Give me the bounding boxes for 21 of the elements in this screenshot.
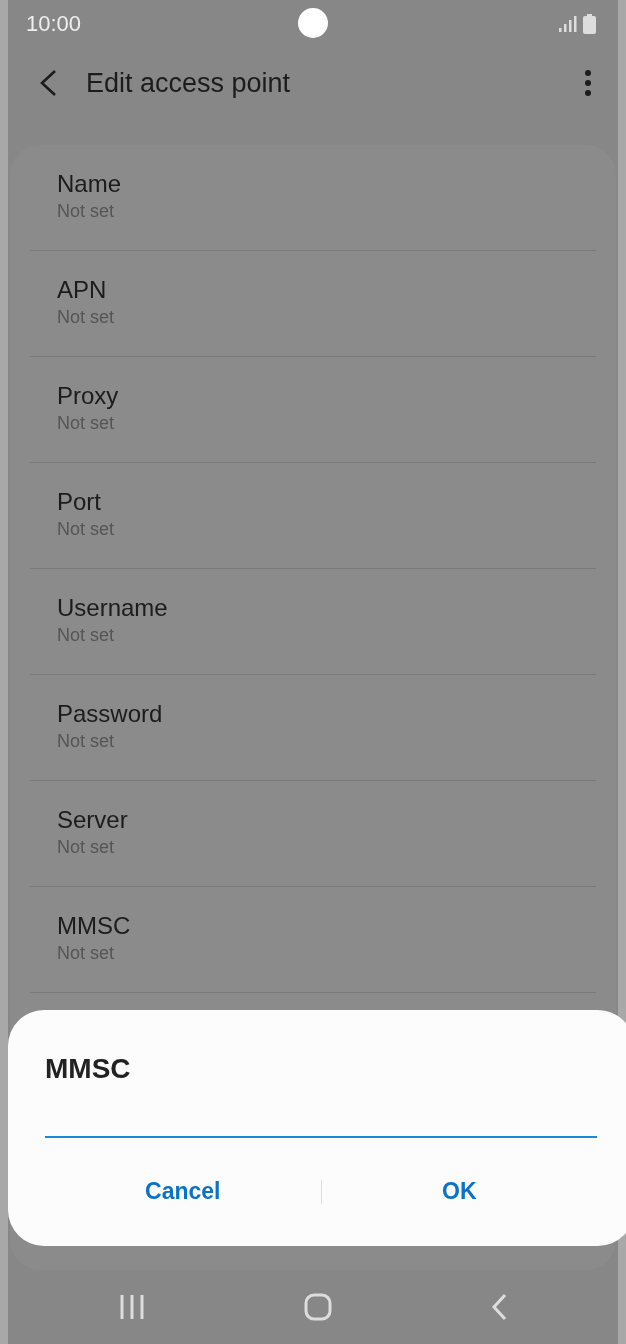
home-icon[interactable] [304, 1293, 332, 1321]
signal-icon [559, 16, 577, 32]
cancel-button[interactable]: Cancel [45, 1170, 321, 1213]
battery-icon [583, 14, 596, 34]
camera-hole [298, 8, 328, 38]
setting-label[interactable]: Server [57, 805, 569, 835]
setting-label[interactable]: MMSC [57, 911, 569, 941]
screen-title: Edit access point [86, 67, 291, 99]
setting-label[interactable]: Password [57, 699, 569, 729]
recent-apps-icon[interactable] [119, 1294, 146, 1320]
setting-label[interactable]: Name [57, 169, 569, 199]
setting-label[interactable]: APN [57, 275, 569, 305]
back-icon[interactable] [38, 69, 58, 97]
status-time: 10:00 [26, 11, 82, 37]
dialog-title: MMSC [45, 1052, 132, 1086]
setting-label[interactable]: Username [57, 593, 569, 623]
back-icon[interactable] [490, 1293, 507, 1321]
more-options-icon[interactable] [584, 69, 592, 97]
setting-label[interactable]: Port [57, 487, 569, 517]
setting-label[interactable]: Proxy [57, 381, 569, 411]
ok-button[interactable]: OK [321, 1170, 597, 1213]
